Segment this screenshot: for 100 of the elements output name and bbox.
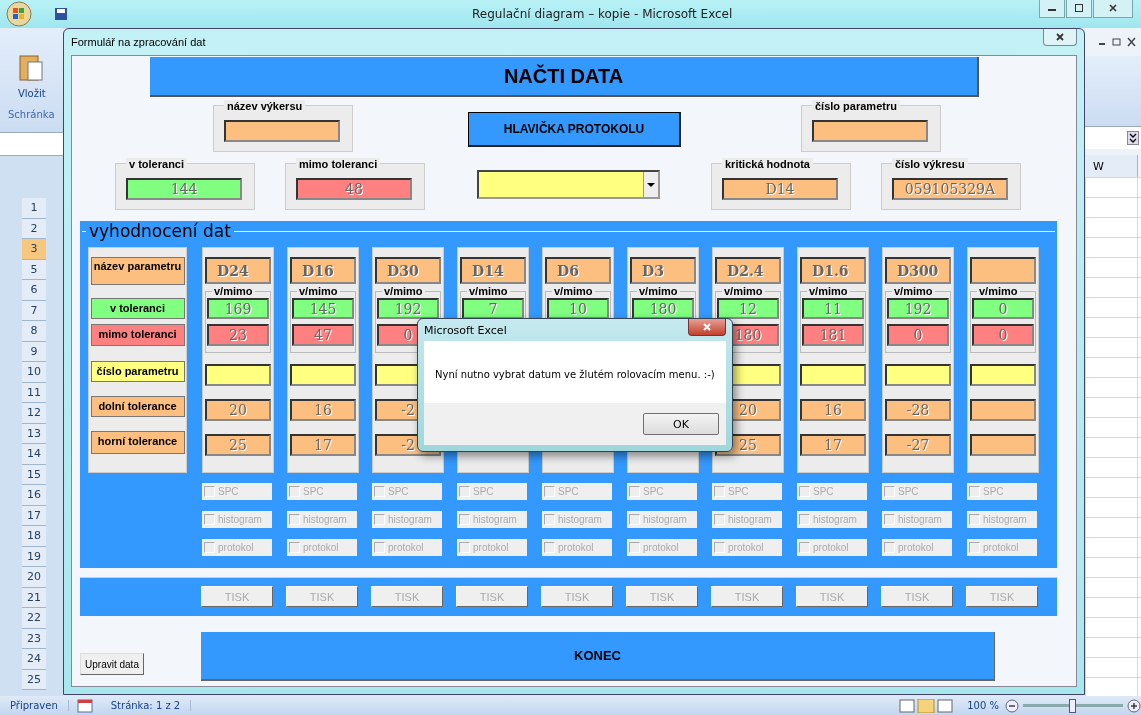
text-field[interactable]: [812, 120, 928, 142]
zoom-out-icon[interactable]: [1005, 698, 1019, 713]
in-tolerance-field[interactable]: 11: [802, 298, 864, 319]
parameter-number-field[interactable]: [970, 364, 1036, 386]
row-header[interactable]: 7: [22, 300, 46, 321]
option-checkbox[interactable]: histogram: [627, 511, 697, 528]
in-tolerance-field[interactable]: 7: [462, 298, 524, 319]
save-icon[interactable]: [54, 7, 68, 21]
out-of-tolerance-field[interactable]: 47: [292, 324, 354, 346]
option-checkbox[interactable]: protokol: [882, 539, 952, 556]
zoom-level[interactable]: 100 %: [961, 700, 1005, 711]
text-field[interactable]: 144: [126, 178, 242, 200]
print-button[interactable]: TISK: [626, 586, 698, 607]
row-header[interactable]: 12: [22, 403, 46, 424]
print-button[interactable]: TISK: [286, 586, 358, 607]
expand-icon[interactable]: [1127, 131, 1139, 145]
upper-tolerance-field[interactable]: 25: [205, 434, 271, 456]
print-button[interactable]: TISK: [796, 586, 868, 607]
column-header[interactable]: W: [1085, 155, 1138, 177]
row-header[interactable]: 10: [22, 362, 46, 383]
in-tolerance-field[interactable]: 192: [377, 298, 439, 319]
row-header[interactable]: 5: [22, 259, 46, 280]
row-header[interactable]: 18: [22, 526, 46, 547]
print-button[interactable]: TISK: [711, 586, 783, 607]
lower-tolerance-field[interactable]: 20: [205, 399, 271, 421]
text-field[interactable]: 059105329A: [892, 178, 1008, 200]
out-of-tolerance-field[interactable]: 0: [887, 324, 949, 346]
option-checkbox[interactable]: histogram: [287, 511, 357, 528]
row-header[interactable]: 17: [22, 505, 46, 526]
lower-tolerance-field[interactable]: [970, 399, 1036, 421]
parameter-name-field[interactable]: D6: [545, 257, 611, 284]
upper-tolerance-field[interactable]: 17: [800, 434, 866, 456]
row-header[interactable]: 25: [22, 669, 46, 690]
protocol-header-button[interactable]: HLAVIČKA PROTOKOLU: [468, 112, 681, 147]
parameter-name-field[interactable]: [970, 257, 1036, 284]
ok-button[interactable]: OK: [643, 413, 719, 435]
parameter-name-field[interactable]: D3: [630, 257, 696, 284]
minimize-button[interactable]: [1039, 0, 1065, 18]
print-button[interactable]: TISK: [966, 586, 1038, 607]
row-header[interactable]: 9: [22, 341, 46, 362]
upper-tolerance-field[interactable]: -27: [885, 434, 951, 456]
row-header[interactable]: 21: [22, 587, 46, 608]
parameter-number-field[interactable]: [290, 364, 356, 386]
lower-tolerance-field[interactable]: 16: [290, 399, 356, 421]
in-tolerance-field[interactable]: 145: [292, 298, 354, 319]
print-button[interactable]: TISK: [201, 586, 273, 607]
option-checkbox[interactable]: histogram: [712, 511, 782, 528]
row-header[interactable]: 11: [22, 382, 46, 403]
option-checkbox[interactable]: protokol: [627, 539, 697, 556]
edit-data-button[interactable]: Upravit data: [80, 653, 144, 675]
close-button[interactable]: [1043, 29, 1077, 46]
option-checkbox[interactable]: protokol: [457, 539, 527, 556]
row-header[interactable]: 20: [22, 567, 46, 588]
row-header[interactable]: 2: [22, 218, 46, 239]
in-tolerance-field[interactable]: 192: [887, 298, 949, 319]
row-header[interactable]: 13: [22, 423, 46, 444]
close-button[interactable]: [688, 319, 726, 336]
row-header[interactable]: 3: [22, 239, 46, 260]
in-tolerance-field[interactable]: 169: [207, 298, 269, 319]
print-button[interactable]: TISK: [541, 586, 613, 607]
parameter-number-field[interactable]: [205, 364, 271, 386]
parameter-name-field[interactable]: D300: [885, 257, 951, 284]
in-tolerance-field[interactable]: 180: [632, 298, 694, 319]
office-logo-icon[interactable]: [6, 1, 32, 27]
parameter-name-field[interactable]: D1.6: [800, 257, 866, 284]
parameter-name-field[interactable]: D2.4: [715, 257, 781, 284]
in-tolerance-field[interactable]: 0: [972, 298, 1034, 319]
option-checkbox[interactable]: protokol: [202, 539, 272, 556]
option-checkbox[interactable]: SPC: [372, 483, 442, 500]
end-button[interactable]: KONEC: [201, 632, 995, 681]
zoom-in-icon[interactable]: [1127, 698, 1141, 713]
upper-tolerance-field[interactable]: [970, 434, 1036, 456]
option-checkbox[interactable]: SPC: [967, 483, 1037, 500]
parameter-name-field[interactable]: D14: [460, 257, 526, 284]
option-checkbox[interactable]: histogram: [202, 511, 272, 528]
row-header[interactable]: 6: [22, 280, 46, 301]
option-checkbox[interactable]: SPC: [287, 483, 357, 500]
row-header[interactable]: 24: [22, 649, 46, 670]
option-checkbox[interactable]: SPC: [202, 483, 272, 500]
upper-tolerance-field[interactable]: 17: [290, 434, 356, 456]
option-checkbox[interactable]: protokol: [797, 539, 867, 556]
parameter-number-field[interactable]: [800, 364, 866, 386]
print-button[interactable]: TISK: [881, 586, 953, 607]
row-header[interactable]: 19: [22, 546, 46, 567]
text-field[interactable]: [224, 120, 340, 142]
date-dropdown[interactable]: [477, 170, 660, 199]
parameter-name-field[interactable]: D30: [375, 257, 441, 284]
in-tolerance-field[interactable]: 10: [547, 298, 609, 319]
option-checkbox[interactable]: protokol: [542, 539, 612, 556]
option-checkbox[interactable]: histogram: [882, 511, 952, 528]
option-checkbox[interactable]: histogram: [542, 511, 612, 528]
option-checkbox[interactable]: histogram: [967, 511, 1037, 528]
parameter-name-field[interactable]: D16: [290, 257, 356, 284]
paste-icon[interactable]: [18, 52, 44, 82]
option-checkbox[interactable]: SPC: [457, 483, 527, 500]
parameter-number-field[interactable]: [885, 364, 951, 386]
lower-tolerance-field[interactable]: -28: [885, 399, 951, 421]
lower-tolerance-field[interactable]: 16: [800, 399, 866, 421]
out-of-tolerance-field[interactable]: 181: [802, 324, 864, 346]
load-data-button[interactable]: NAČTI DATA: [150, 57, 979, 97]
